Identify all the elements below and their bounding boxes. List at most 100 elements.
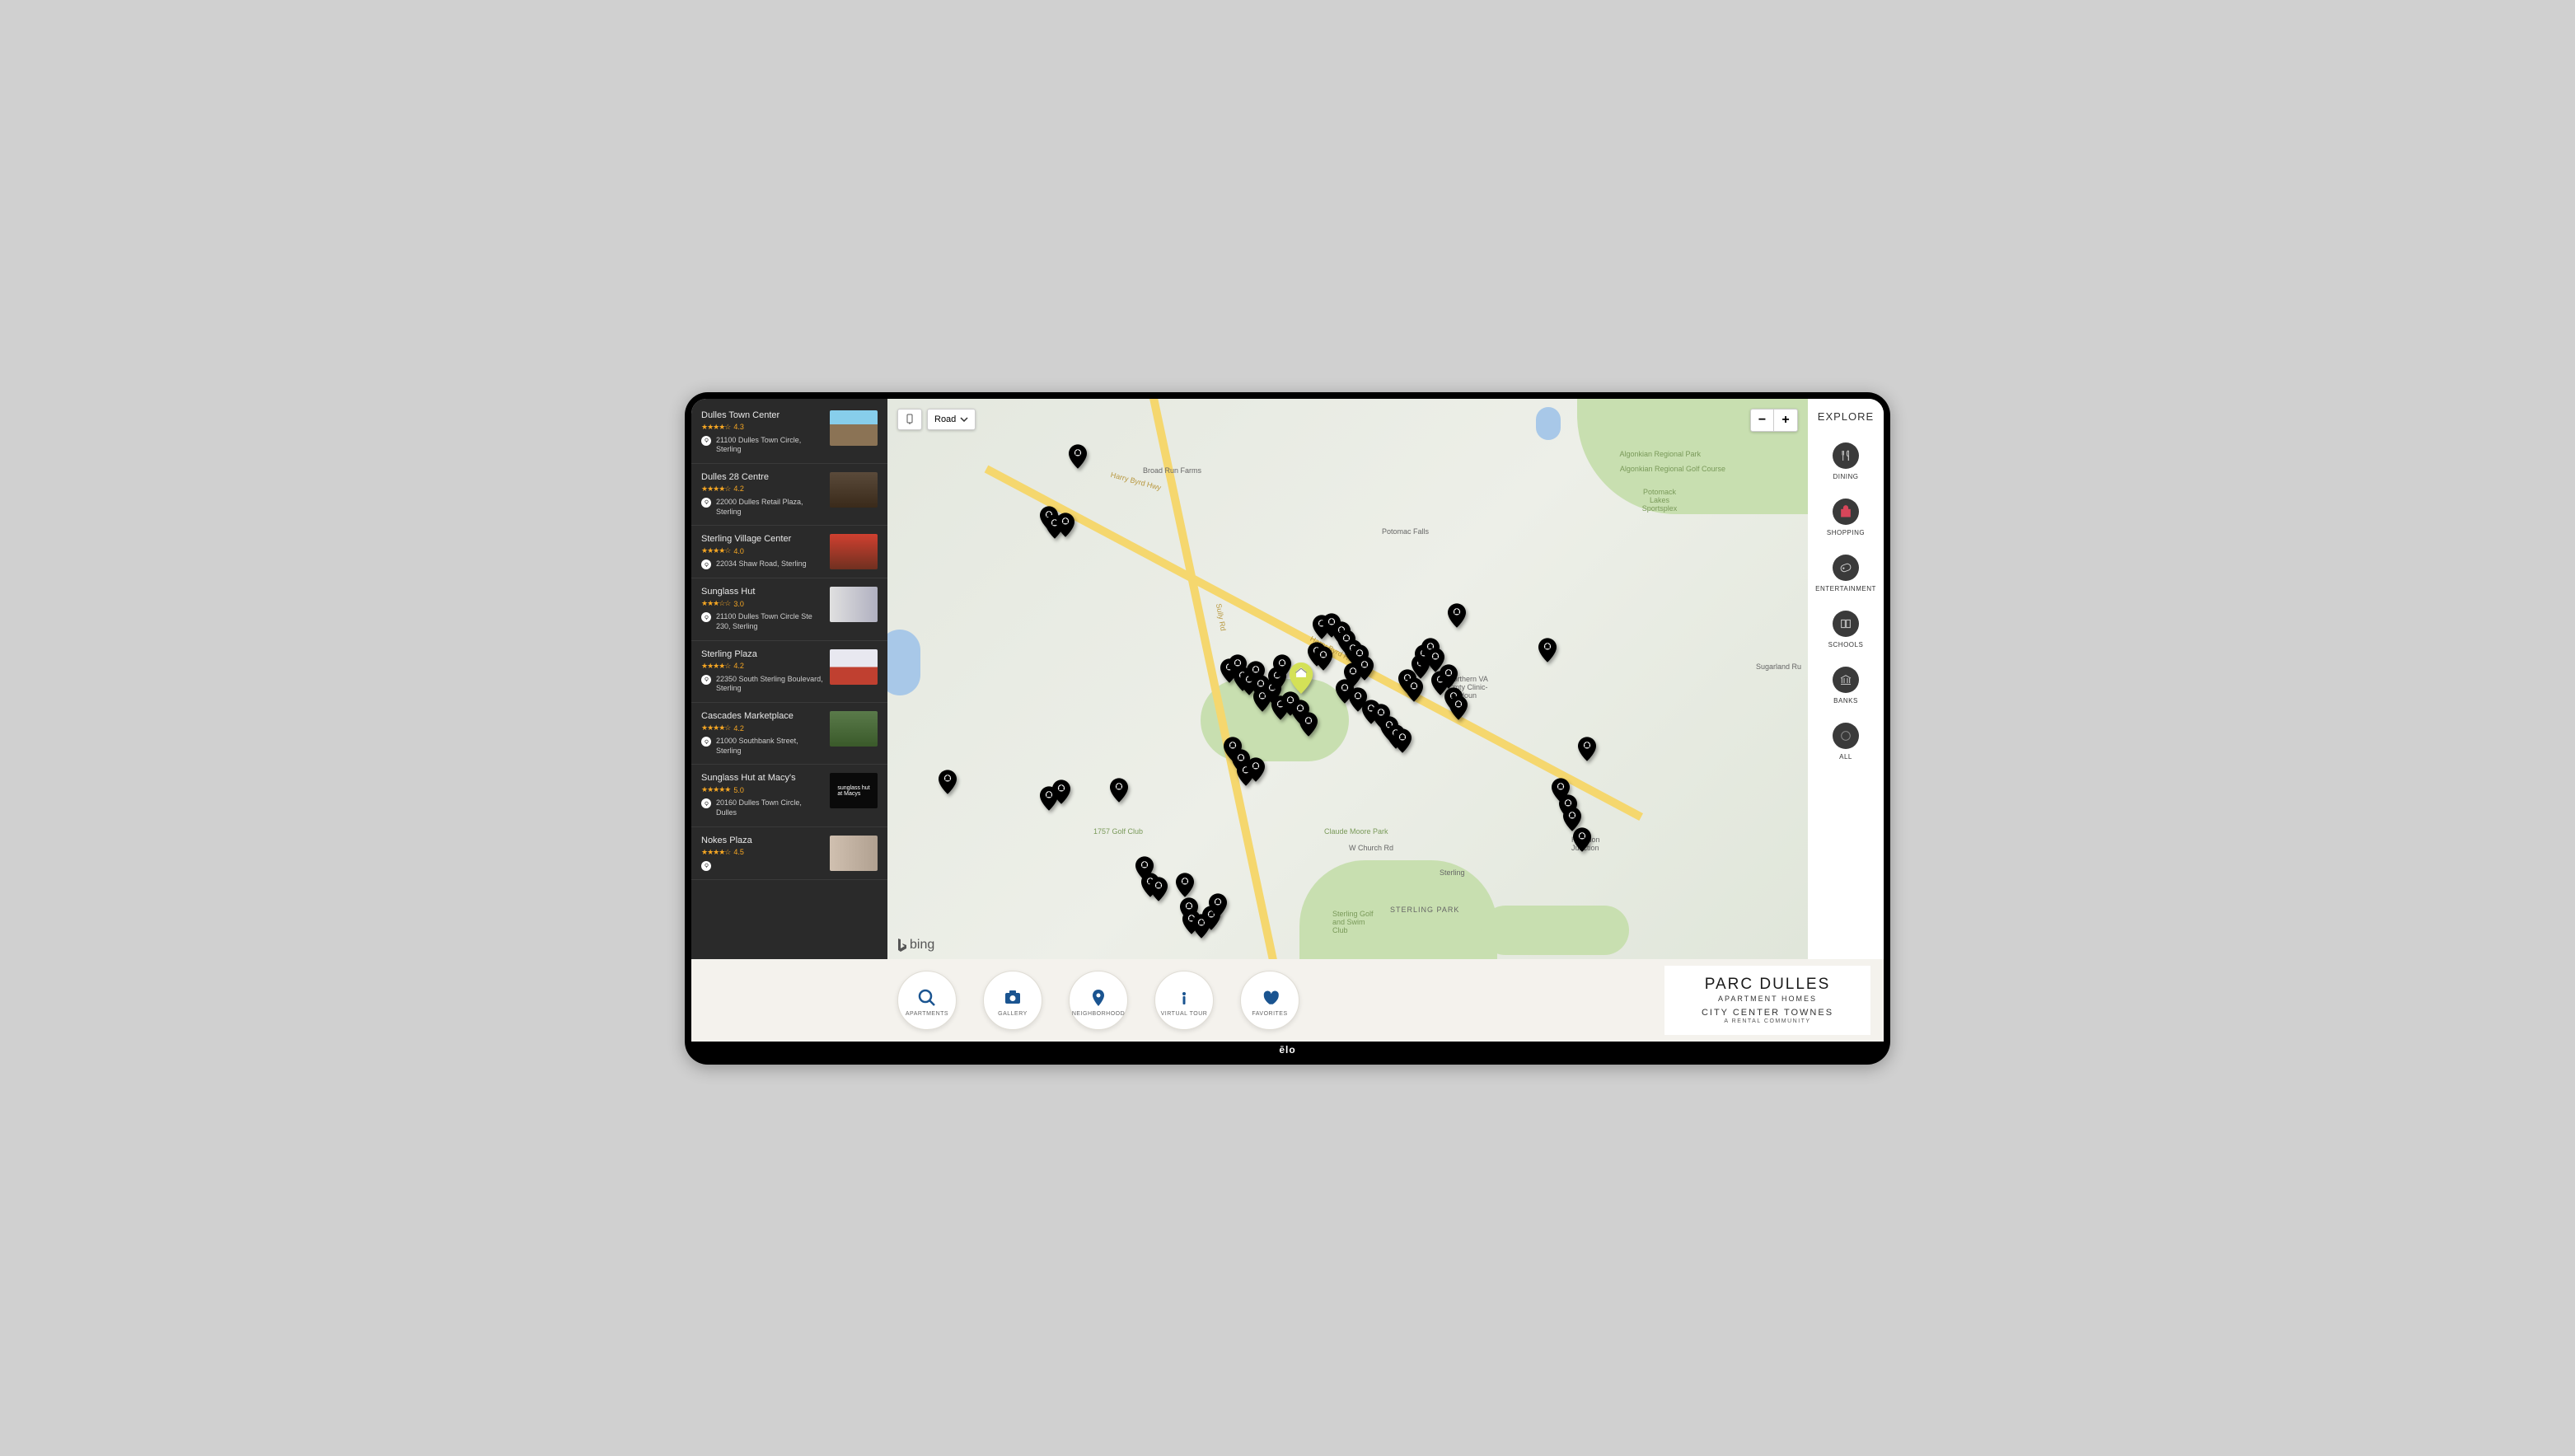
location-icon (701, 861, 711, 871)
category-dining[interactable]: DINING (1833, 442, 1859, 480)
bottom-nav: APARTMENTS GALLERY NEIGHBORHOOD VIRTUAL TOU… (691, 959, 1884, 1042)
poi-name: Cascades Marketplace (701, 711, 823, 721)
map-pin[interactable] (1538, 638, 1557, 662)
map-pin[interactable] (1052, 779, 1070, 804)
poi-address: 20160 Dulles Town Circle, Dulles (716, 798, 823, 817)
poi-address: 22350 South Sterling Boulevard, Sterling (716, 675, 823, 694)
rating-value: 5.0 (733, 786, 744, 794)
map-pin[interactable] (1440, 664, 1458, 689)
logo-line3: CITY CENTER TOWNES (1702, 1008, 1833, 1018)
entertainment-icon (1833, 555, 1859, 581)
poi-name: Sterling Plaza (701, 649, 823, 659)
poi-sidebar[interactable]: Dulles Town Center ★★★★☆ 4.3 21100 Dulle… (691, 399, 887, 959)
category-schools[interactable]: SCHOOLS (1828, 611, 1864, 648)
shopping-icon (1833, 499, 1859, 525)
location-icon (701, 737, 711, 747)
poi-name: Sunglass Hut (701, 587, 823, 597)
nav-gallery[interactable]: GALLERY (983, 971, 1042, 1030)
category-label: DINING (1833, 473, 1858, 480)
device-frame: Dulles Town Center ★★★★☆ 4.3 21100 Dulle… (685, 392, 1890, 1065)
category-label: SCHOOLS (1828, 641, 1864, 648)
stars-icon: ★★★★☆ (701, 546, 730, 555)
map-pin[interactable] (939, 770, 957, 794)
nav-favorites[interactable]: FAVORITES (1240, 971, 1299, 1030)
poi-rating: ★★★★☆ 4.3 (701, 423, 823, 432)
poi-rating: ★★★★☆ 4.2 (701, 485, 823, 494)
poi-item[interactable]: Sunglass Hut ★★★☆☆ 3.0 21100 Dulles Town… (691, 578, 887, 640)
device-brand: ēlo (691, 1042, 1884, 1058)
poi-item[interactable]: Nokes Plaza ★★★★☆ 4.5 (691, 827, 887, 880)
poi-item[interactable]: Dulles Town Center ★★★★☆ 4.3 21100 Dulle… (691, 402, 887, 464)
chevron-down-icon (960, 417, 968, 422)
logo-line1: PARC DULLES (1705, 976, 1831, 994)
category-shopping[interactable]: SHOPPING (1827, 499, 1865, 536)
stars-icon: ★★★★☆ (701, 723, 730, 733)
poi-address: 21100 Dulles Town Circle Ste 230, Sterli… (716, 612, 823, 631)
nav-apartments[interactable]: APARTMENTS (897, 971, 957, 1030)
map-pin[interactable] (1110, 778, 1128, 803)
zoom-in-button[interactable]: + (1774, 410, 1797, 431)
map-pin[interactable] (1393, 728, 1412, 753)
map-pin[interactable] (1299, 712, 1318, 737)
map-pin[interactable] (1405, 677, 1423, 702)
poi-name: Dulles 28 Centre (701, 472, 823, 482)
stars-icon: ★★★☆☆ (701, 599, 730, 608)
poi-item[interactable]: Cascades Marketplace ★★★★☆ 4.2 21000 Sou… (691, 703, 887, 765)
bing-icon (896, 938, 907, 953)
poi-thumbnail (830, 711, 878, 747)
category-all[interactable]: ALL (1833, 723, 1859, 761)
poi-item[interactable]: Dulles 28 Centre ★★★★☆ 4.2 22000 Dulles … (691, 464, 887, 526)
neighborhood-icon: NEIGHBORHOOD (1069, 971, 1128, 1030)
zoom-controls: − + (1750, 409, 1798, 432)
locate-button[interactable] (897, 409, 922, 430)
zoom-out-button[interactable]: − (1751, 410, 1774, 431)
category-list: DINING SHOPPING ENTERTAINMENT SCHOOLS BANKS A… (1815, 442, 1876, 761)
poi-thumbnail (830, 587, 878, 622)
category-entertainment[interactable]: ENTERTAINMENT (1815, 555, 1876, 592)
map-pin[interactable] (1069, 444, 1087, 469)
map-pin[interactable] (1056, 513, 1074, 537)
rating-value: 4.3 (733, 423, 744, 431)
nav-label: GALLERY (998, 1011, 1028, 1017)
category-banks[interactable]: BANKS (1833, 667, 1859, 705)
map-pin[interactable] (1448, 603, 1466, 628)
map-pin[interactable] (1573, 827, 1591, 852)
banks-icon (1833, 667, 1859, 693)
map-pin[interactable] (1149, 877, 1168, 901)
explore-title: EXPLORE (1818, 410, 1874, 423)
map-pin[interactable] (1209, 893, 1227, 918)
map-pin[interactable] (1176, 873, 1194, 897)
favorites-icon: FAVORITES (1240, 971, 1299, 1030)
poi-thumbnail (830, 534, 878, 569)
nav-neighborhood[interactable]: NEIGHBORHOOD (1069, 971, 1128, 1030)
map-pin[interactable] (1578, 737, 1596, 761)
poi-item[interactable]: Sterling Village Center ★★★★☆ 4.0 22034 … (691, 526, 887, 578)
apartments-icon: APARTMENTS (897, 971, 957, 1030)
poi-rating: ★★★★☆ 4.2 (701, 723, 823, 733)
map-pin[interactable] (1449, 695, 1468, 720)
poi-item[interactable]: Sterling Plaza ★★★★☆ 4.2 22350 South Ste… (691, 641, 887, 703)
category-label: ENTERTAINMENT (1815, 585, 1876, 592)
poi-address: 21000 Southbank Street, Sterling (716, 737, 823, 756)
map-pin[interactable] (1247, 757, 1265, 782)
poi-rating: ★★★☆☆ 3.0 (701, 599, 823, 608)
home-pin[interactable] (1289, 662, 1313, 694)
poi-item[interactable]: Sunglass Hut at Macy's ★★★★★ 5.0 20160 D… (691, 765, 887, 826)
screen: Dulles Town Center ★★★★☆ 4.3 21100 Dulle… (691, 399, 1884, 1042)
property-logo: PARC DULLES APARTMENT HOMES CITY CENTER … (1664, 966, 1870, 1035)
poi-thumbnail (830, 410, 878, 446)
virtual_tour-icon: VIRTUAL TOUR (1154, 971, 1214, 1030)
category-label: SHOPPING (1827, 529, 1865, 536)
map-layer-select[interactable]: Road (927, 409, 976, 430)
stars-icon: ★★★★★ (701, 785, 730, 794)
nav-label: VIRTUAL TOUR (1161, 1011, 1208, 1017)
category-label: BANKS (1833, 697, 1858, 705)
nav-virtual_tour[interactable]: VIRTUAL TOUR (1154, 971, 1214, 1030)
map-pin[interactable] (1314, 646, 1332, 671)
logo-line4: A RENTAL COMMUNITY (1724, 1018, 1810, 1024)
bing-attribution: bing (896, 938, 934, 953)
map-container[interactable]: Broad Run Farms Potomac Falls Sterling S… (887, 399, 1808, 959)
poi-rating: ★★★★☆ 4.2 (701, 662, 823, 671)
nav-label: NEIGHBORHOOD (1072, 1011, 1125, 1017)
stars-icon: ★★★★☆ (701, 662, 730, 671)
